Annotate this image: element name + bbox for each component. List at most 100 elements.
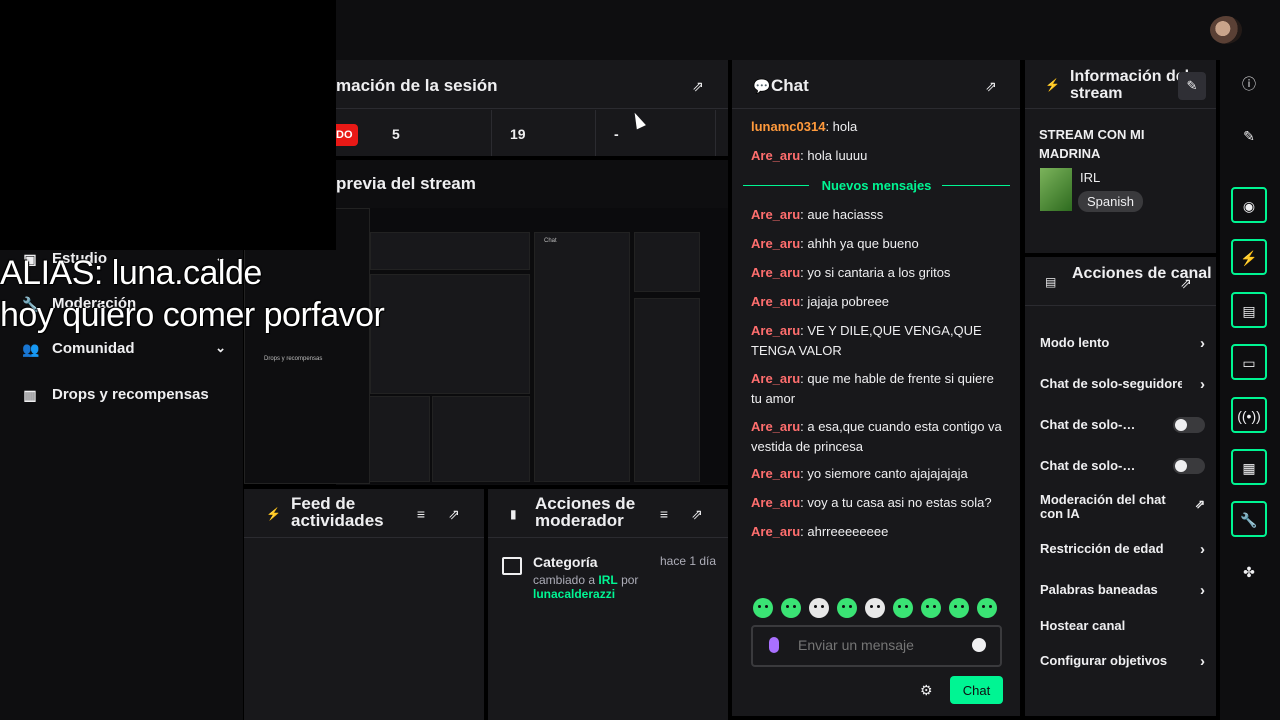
chat-username[interactable]: Are_aru	[751, 419, 800, 434]
session-info-title: mación de la sesión	[336, 76, 498, 95]
emote-icon[interactable]	[781, 598, 801, 618]
mod-entry-by: por	[621, 573, 639, 587]
server-icon[interactable]: ▦	[1231, 449, 1267, 485]
channel-action-banned-words[interactable]: Palabras baneadas ›	[1040, 582, 1205, 599]
chat-message: Are_aru: que me hable de frente si quier…	[751, 369, 1006, 409]
chat-username[interactable]: Are_aru	[751, 265, 800, 280]
chat-text: : ahrreeeeeeee	[800, 524, 889, 539]
chat-username[interactable]: Are_aru	[751, 207, 800, 222]
chat-username[interactable]: Are_aru	[751, 148, 800, 163]
extensions-icon[interactable]: ✤	[1231, 555, 1267, 591]
filter-icon[interactable]: ≡	[656, 506, 672, 522]
overlay-alias-text: ALIAS: luna.calde	[0, 254, 262, 292]
channel-action-ai-moderation[interactable]: Moderación del chat con IA ⇗	[1040, 493, 1205, 521]
chat-username[interactable]: Are_aru	[751, 323, 800, 338]
info-icon[interactable]: ⓘ	[1231, 67, 1267, 103]
popout-icon[interactable]: ⇗	[446, 506, 462, 522]
action-label: Palabras baneadas	[1040, 582, 1158, 597]
chat-username[interactable]: lunamc0314	[751, 119, 825, 134]
channel-action-followers-only[interactable]: Chat de solo-seguidores ›	[1040, 376, 1205, 393]
edit-pencil-icon[interactable]: ✎	[1178, 72, 1206, 100]
stream-title: STREAM CON MI MADRINA	[1039, 127, 1145, 161]
wrench-icon[interactable]: 🔧	[1231, 501, 1267, 537]
channel-actions-icon: ▤	[1045, 275, 1057, 289]
feed-title: Feed de actividades	[291, 494, 384, 530]
emoji-picker-icon[interactable]	[972, 638, 986, 652]
chat-message: Are_aru: aue haciasss	[751, 205, 1006, 225]
document-icon[interactable]: ▤	[1231, 292, 1267, 328]
stream-category[interactable]: IRL	[1080, 170, 1100, 185]
chat-text: : hola	[825, 119, 858, 134]
action-label: Chat de solo-…	[1040, 417, 1136, 432]
mini-stream-info	[634, 232, 700, 292]
session-info-panel: mación de la sesión ⇗ 5 19 -	[336, 60, 728, 156]
chat-text: : yo siemore canto ajajajajaja	[800, 466, 968, 481]
chat-text: : aue haciasss	[800, 207, 884, 222]
edit-pencil-icon[interactable]: ✎	[1231, 119, 1267, 155]
emote-icon[interactable]	[893, 598, 913, 618]
chat-message-input[interactable]	[798, 637, 968, 653]
chat-text: : ahhh ya que bueno	[800, 236, 919, 251]
emote-icon[interactable]	[977, 598, 997, 618]
category-thumbnail	[1040, 168, 1072, 211]
chevron-right-icon: ›	[1200, 376, 1205, 393]
feed-icon: ⚡	[266, 507, 281, 521]
divider-line	[942, 185, 1010, 186]
filter-icon[interactable]: ≡	[413, 506, 429, 522]
action-label: Hostear canal	[1040, 618, 1126, 633]
microphone-icon[interactable]	[769, 637, 779, 653]
sidebar-item-comunidad[interactable]: 👥 Comunidad ⌄	[22, 340, 226, 357]
mod-entry-user[interactable]: lunacalderazzi	[533, 587, 615, 601]
popout-icon[interactable]: ⇗	[1178, 275, 1194, 291]
emote-icon[interactable]	[949, 598, 969, 618]
chat-username[interactable]: Are_aru	[751, 466, 800, 481]
chat-send-button[interactable]: Chat	[950, 676, 1003, 704]
emote-icon[interactable]	[753, 598, 773, 618]
popout-icon[interactable]: ⇗	[690, 78, 706, 94]
gear-icon[interactable]: ⚙	[920, 682, 933, 699]
mini-chat-panel	[534, 232, 630, 482]
chat-username[interactable]: Are_aru	[751, 524, 800, 539]
lightning-icon[interactable]: ⚡	[1231, 239, 1267, 275]
mod-actions-icon: ▮	[510, 507, 517, 521]
chat-input-box[interactable]	[751, 625, 1002, 667]
mod-entry-category[interactable]: IRL	[598, 573, 617, 587]
camera-icon[interactable]: ◉	[1231, 187, 1267, 223]
action-label: Moderación del chat con IA	[1040, 492, 1166, 521]
overlay-message-text: hoy quiero comer porfavor	[0, 296, 385, 334]
divider	[336, 108, 728, 109]
popout-icon[interactable]: ⇗	[689, 506, 705, 522]
divider	[488, 537, 728, 538]
chat-message: Are_aru: ahrreeeeeeee	[751, 522, 1006, 542]
chat-bubble-icon[interactable]: ▭	[1231, 344, 1267, 380]
popout-icon[interactable]: ⇗	[983, 78, 999, 94]
emote-icon[interactable]	[865, 598, 885, 618]
channel-actions-panel: ▤ Acciones de canal ⇗ Modo lento › Chat d…	[1025, 257, 1216, 716]
chat-text: : hola luuuu	[800, 148, 868, 163]
chat-username[interactable]: Are_aru	[751, 495, 800, 510]
chat-username[interactable]: Are_aru	[751, 371, 800, 386]
emote-icon[interactable]	[837, 598, 857, 618]
stream-tag[interactable]: Spanish	[1078, 191, 1143, 212]
toggle-switch[interactable]	[1173, 417, 1205, 433]
emote-icon[interactable]	[921, 598, 941, 618]
chat-username[interactable]: Are_aru	[751, 294, 800, 309]
chat-bubble-icon: 💬	[753, 78, 771, 94]
broadcast-icon[interactable]: ((•))	[1231, 397, 1267, 433]
chat-message: Are_aru: ahhh ya que bueno	[751, 234, 1006, 254]
stream-info-panel: ⚡ Información del stream ✎ STREAM CON MI…	[1025, 60, 1216, 253]
channel-action-goals[interactable]: Configurar objetivos ›	[1040, 653, 1205, 670]
chat-username[interactable]: Are_aru	[751, 236, 800, 251]
toggle-switch[interactable]	[1173, 458, 1205, 474]
sidebar-item-drops[interactable]: ▥ Drops y recompensas	[22, 386, 222, 403]
stream-info-icon: ⚡	[1045, 78, 1060, 92]
user-avatar[interactable]	[1210, 16, 1242, 44]
mini-chat-title: Chat	[544, 238, 557, 244]
drops-icon: ▥	[23, 386, 37, 403]
channel-action-subs-only: Chat de solo-…	[1040, 417, 1205, 433]
community-icon: 👥	[22, 340, 40, 357]
emote-icon[interactable]	[809, 598, 829, 618]
channel-action-slow-mode[interactable]: Modo lento ›	[1040, 335, 1205, 352]
channel-action-host[interactable]: Hostear canal	[1040, 618, 1205, 633]
channel-action-age-restriction[interactable]: Restricción de edad ›	[1040, 541, 1205, 558]
